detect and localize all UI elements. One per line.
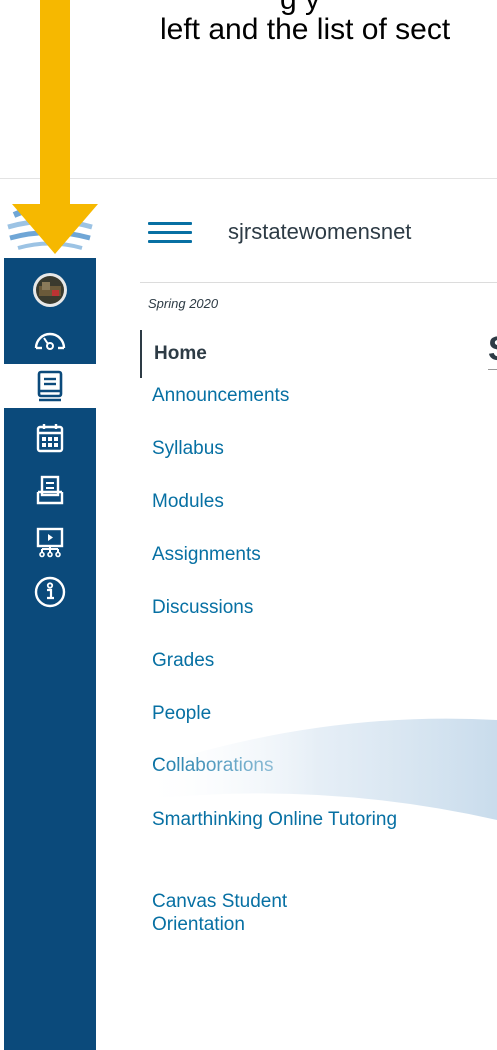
- course-nav-syllabus[interactable]: Syllabus: [140, 437, 224, 460]
- courses-icon: [37, 370, 63, 402]
- page-title: S: [488, 330, 497, 369]
- course-nav-announcements[interactable]: Announcements: [140, 384, 289, 407]
- annotation-arrow-shaft: [40, 0, 70, 205]
- header-divider: [140, 282, 497, 283]
- inbox-icon: [36, 475, 64, 505]
- course-nav-canvas-orientation[interactable]: Canvas Student Orientation: [140, 890, 352, 936]
- course-nav-home[interactable]: Home: [140, 330, 207, 378]
- background-swoosh: [140, 718, 497, 820]
- calendar-icon: [36, 424, 64, 453]
- annotation-arrow-head: [12, 204, 98, 254]
- course-nav-discussions[interactable]: Discussions: [140, 596, 253, 619]
- dashboard-button[interactable]: [4, 318, 96, 362]
- top-divider: [0, 178, 497, 179]
- course-nav-assignments[interactable]: Assignments: [140, 543, 261, 566]
- course-term: Spring 2020: [148, 296, 219, 311]
- hamburger-menu-icon[interactable]: [148, 222, 192, 243]
- global-navigation: [4, 258, 96, 1050]
- inbox-button[interactable]: [4, 468, 96, 512]
- caption-line-2: left and the list of sect: [160, 13, 451, 46]
- caption-text: g y left and the list of sect: [160, 0, 497, 60]
- avatar-icon: [33, 273, 67, 307]
- breadcrumb[interactable]: sjrstatewomensnet: [228, 214, 497, 250]
- dashboard-icon: [34, 332, 66, 350]
- help-button[interactable]: [4, 570, 96, 614]
- page-title-underline: [488, 369, 497, 370]
- course-nav-grades[interactable]: Grades: [140, 649, 214, 672]
- course-nav-modules[interactable]: Modules: [140, 490, 224, 513]
- account-button[interactable]: [4, 268, 96, 312]
- help-icon: [34, 576, 66, 608]
- studio-button[interactable]: [4, 520, 96, 564]
- studio-icon: [36, 527, 64, 558]
- courses-button[interactable]: [4, 364, 96, 408]
- calendar-button[interactable]: [4, 416, 96, 460]
